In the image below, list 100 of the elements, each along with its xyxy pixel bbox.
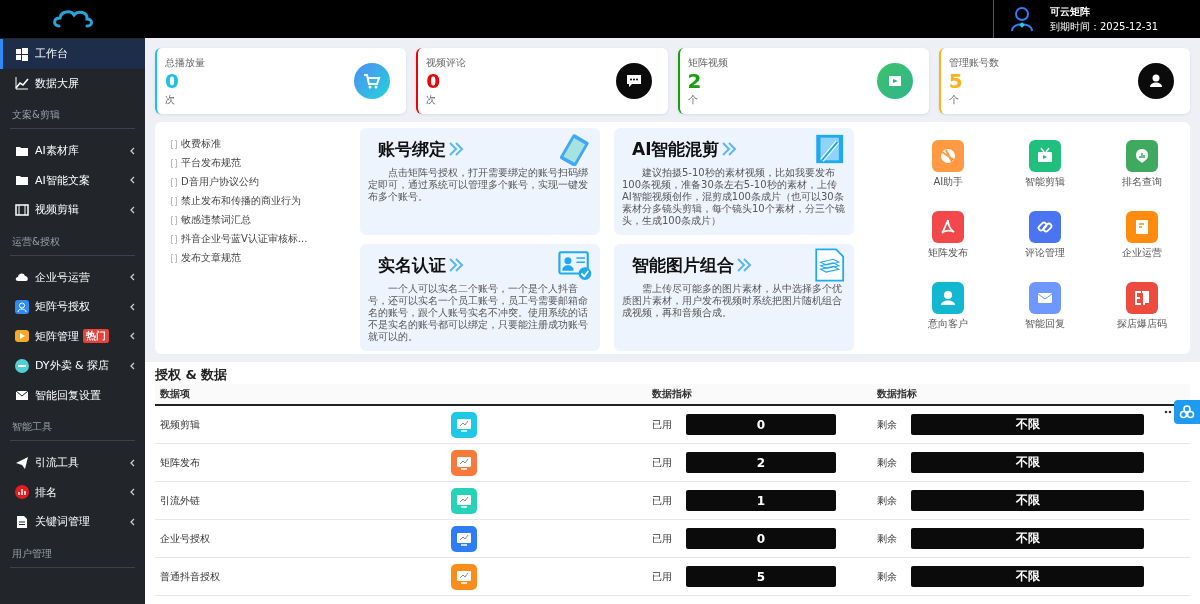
remaining-count: 不限 <box>911 566 1144 587</box>
folder-icon <box>15 173 29 188</box>
guide-text: 一个人可以实名二个账号，一个是个人抖音号，还可以实名一个员工账号，员工号需要邮箱命名的账号，跟个人账号实名不冲突。使用系统的话不是实名的账号都可以绑定，只要能注册成功账号就可以的。 <box>368 283 589 343</box>
shortcut-tile[interactable]: 探店爆店码 <box>1093 282 1190 331</box>
notice-link[interactable]: 收费标准 <box>171 136 360 152</box>
sidebar-item[interactable]: 引流工具 <box>0 448 145 478</box>
remaining-count: 不限 <box>911 414 1144 435</box>
section-label: 用户管理 <box>10 536 135 568</box>
expiry-date: 到期时间：2025-12-31 <box>1050 20 1159 34</box>
guide-title: 账号绑定 <box>378 137 446 161</box>
menu-item-label: 矩阵管理 <box>35 328 79 344</box>
sidebar-item[interactable]: 排名 <box>0 477 145 507</box>
sidebar-item[interactable]: DY外卖 & 探店 <box>0 351 145 381</box>
notice-link[interactable]: 禁止发布和传播的商业行为 <box>171 193 360 209</box>
sidebar-item[interactable]: AI智能文案 <box>0 165 145 195</box>
section-label: 运营&授权 <box>10 224 135 256</box>
id-card-icon <box>558 248 592 282</box>
section-label: 文案&剪辑 <box>10 98 135 129</box>
double-chevron-icon <box>736 257 754 273</box>
table-cell: 剩余 <box>877 569 897 584</box>
bracket-icon <box>171 177 177 187</box>
column-header: 数据指标 <box>872 384 1190 406</box>
stat-value: 0 <box>426 69 442 93</box>
circles-icon <box>1179 405 1195 419</box>
table-cell: 剩余 <box>877 417 897 432</box>
notice-link[interactable]: 敏感违禁词汇总 <box>171 212 360 228</box>
sidebar-item[interactable]: 数据大屏 <box>0 68 145 98</box>
menu-item-label: 排名 <box>35 484 57 500</box>
shortcut-tile[interactable]: 智能剪辑 <box>996 140 1094 189</box>
table-cell: 已用 <box>652 417 672 432</box>
film-icon <box>15 202 29 217</box>
document-icon <box>812 248 846 282</box>
double-chevron-icon <box>448 141 466 157</box>
menu-item-label: AI素材库 <box>35 143 79 159</box>
notice-link[interactable]: D音用户协议公约 <box>171 174 360 190</box>
bracket-icon <box>171 253 177 263</box>
user-icon[interactable] <box>1010 6 1034 32</box>
section-title: 授权 & 数据 <box>155 366 229 384</box>
shortcut-tile[interactable]: 排名查询 <box>1093 140 1190 189</box>
sidebar-item[interactable]: 关键词管理 <box>0 507 145 537</box>
menu-item-label: 矩阵号授权 <box>35 299 90 315</box>
windows-icon <box>15 46 29 61</box>
sidebar-item[interactable]: 矩阵号授权 <box>0 292 145 322</box>
shortcut-tile[interactable]: AI助手 <box>900 140 997 189</box>
paper-plane-icon <box>15 455 29 470</box>
sidebar-item[interactable]: 矩阵管理 热门 <box>0 321 145 351</box>
notice-link[interactable]: 抖音企业号蓝V认证审核标... <box>171 231 360 247</box>
menu-item-label: AI智能文案 <box>35 172 90 188</box>
menu-item-label: 工作台 <box>35 46 68 62</box>
menu-item-label: 数据大屏 <box>35 75 79 91</box>
menu-item-label: 视频剪辑 <box>35 202 79 218</box>
table-cell: 视频剪辑 <box>160 417 200 432</box>
cloud-logo-icon <box>50 8 95 30</box>
used-count: 2 <box>686 452 836 473</box>
stat-unit: 个 <box>948 92 960 107</box>
menu-item-label: 智能回复设置 <box>35 387 101 403</box>
bracket-icon <box>171 234 177 244</box>
stat-value: 0 <box>165 69 180 93</box>
table-cell: 企业号授权 <box>160 531 210 546</box>
stat-label: 管理账号数 <box>948 55 999 70</box>
user-badge-icon <box>15 299 29 314</box>
notice-link[interactable]: 平台发布规范 <box>171 155 360 171</box>
table-cell: 剩余 <box>877 455 897 470</box>
menu-item-label: DY外卖 & 探店 <box>35 358 110 374</box>
shortcut-tile[interactable]: 意向客户 <box>900 282 997 331</box>
cart-icon <box>354 63 391 99</box>
stat-value: 2 <box>687 69 703 93</box>
section-label: 智能工具 <box>10 410 135 441</box>
guide-title: 智能图片组合 <box>632 253 734 277</box>
shortcut-tile[interactable]: 评论管理 <box>996 211 1094 260</box>
shortcut-tile[interactable]: 矩阵发布 <box>900 211 997 260</box>
stat-unit: 个 <box>687 92 699 107</box>
double-chevron-icon <box>448 257 466 273</box>
bracket-icon <box>171 215 177 225</box>
minus-circle-icon <box>15 358 29 373</box>
notice-link[interactable]: 发布文章规范 <box>171 250 360 266</box>
table-cell: 剩余 <box>877 531 897 546</box>
document-icon <box>15 514 29 529</box>
video-icon <box>876 63 913 99</box>
table-cell: 引流外链 <box>160 493 200 508</box>
sidebar-item[interactable]: 企业号运营 <box>0 262 145 292</box>
remaining-count: 不限 <box>911 490 1144 511</box>
envelope-icon <box>15 388 29 403</box>
more-icon[interactable] <box>1164 410 1172 414</box>
user-name: 可云矩阵 <box>1050 5 1091 19</box>
menu-item-label: 关键词管理 <box>35 514 90 530</box>
guide-title: 实名认证 <box>378 253 446 277</box>
stat-label: 视频评论 <box>426 55 467 70</box>
stat-label: 矩阵视频 <box>687 55 728 70</box>
shortcut-tile[interactable]: 智能回复 <box>996 282 1094 331</box>
sidebar-item[interactable]: 智能回复设置 <box>0 380 145 410</box>
user-icon <box>1138 63 1174 99</box>
sidebar-item[interactable]: 视频剪辑 <box>0 195 145 225</box>
stat-unit: 次 <box>165 92 176 107</box>
stat-label: 总播放量 <box>165 55 205 70</box>
sidebar-item[interactable]: AI素材库 <box>0 136 145 166</box>
shortcut-tile[interactable]: 企业运营 <box>1093 211 1190 260</box>
sidebar-item[interactable]: 工作台 <box>0 39 145 69</box>
column-header: 数据指标 <box>647 384 872 406</box>
bar-chart-icon <box>15 485 29 500</box>
